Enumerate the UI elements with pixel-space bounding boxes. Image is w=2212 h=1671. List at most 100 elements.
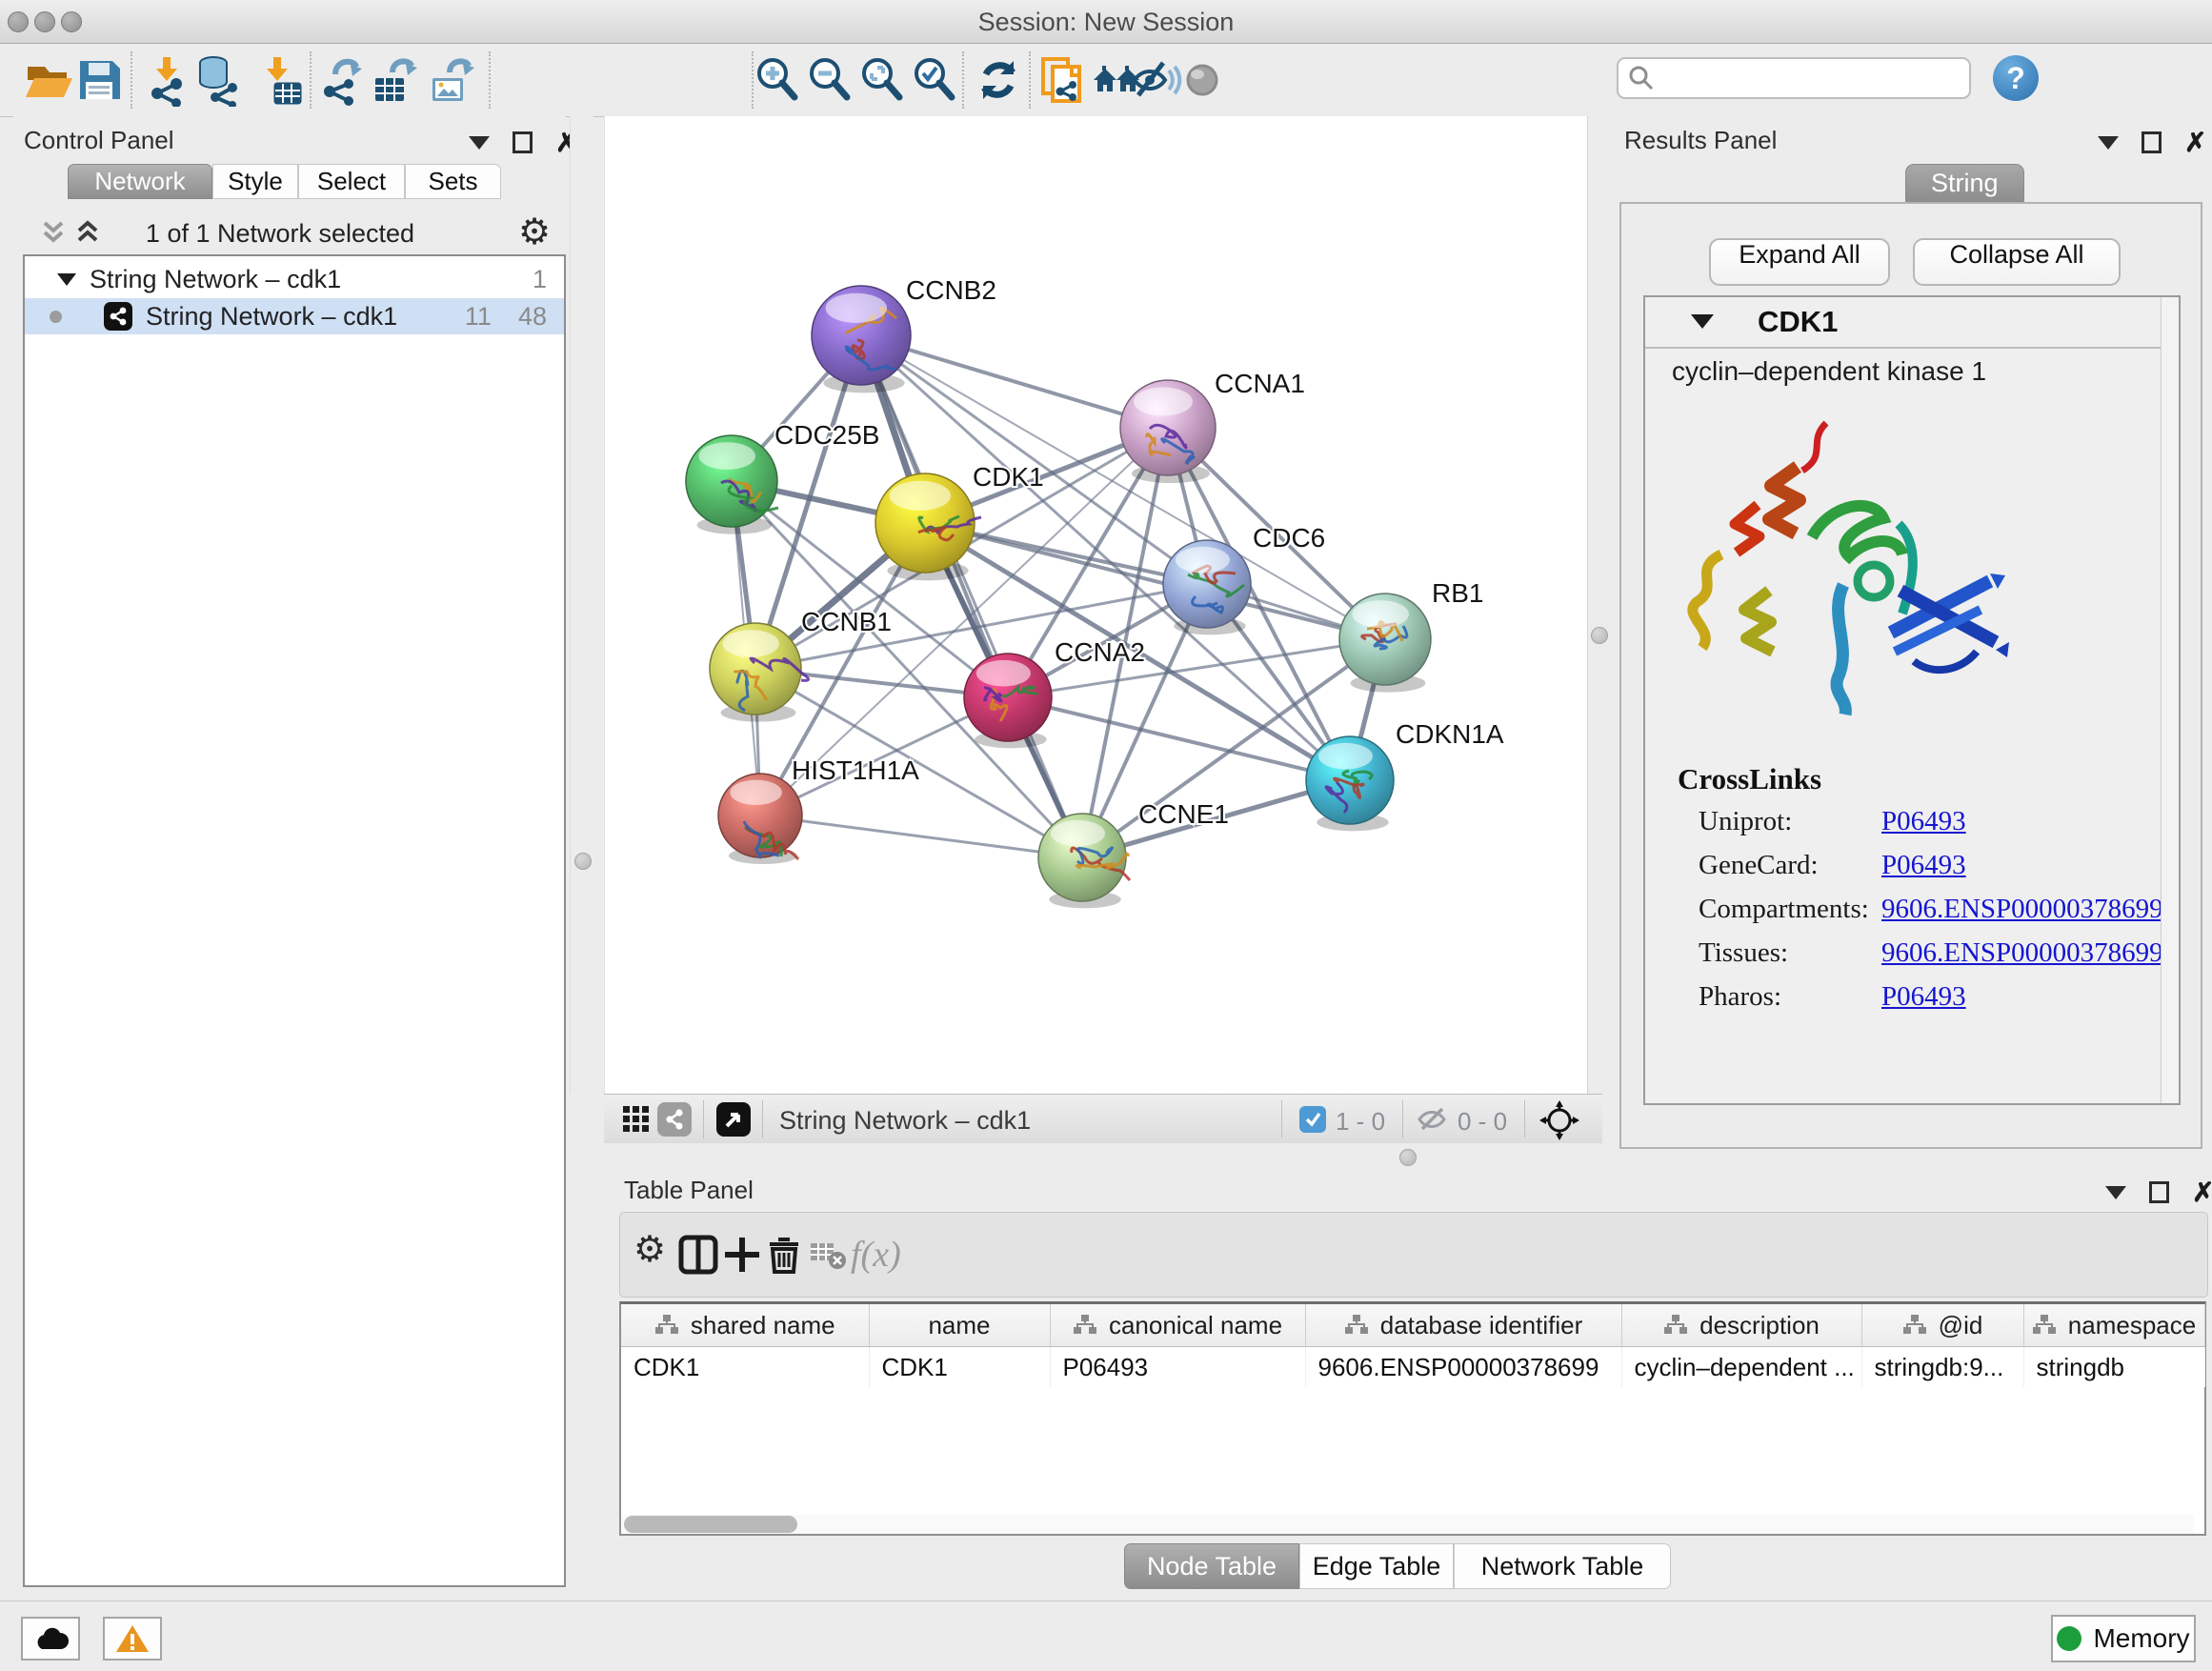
search-input[interactable] [1617, 57, 1971, 99]
tab-select[interactable]: Select [298, 164, 405, 199]
crosslink-link[interactable]: P06493 [1881, 981, 1966, 1013]
hide-selected-icon[interactable] [1129, 53, 1182, 107]
cell-database-identifier[interactable]: 9606.ENSP00000378699 [1305, 1347, 1621, 1388]
import-network-from-database-icon[interactable] [191, 53, 244, 107]
selected-checkbox-icon[interactable] [1299, 1106, 1326, 1133]
float-panel-icon[interactable] [2105, 1186, 2126, 1199]
save-session-icon[interactable] [72, 53, 126, 107]
cell-namespace[interactable]: stringdb [2023, 1347, 2204, 1388]
network-collection-row[interactable]: String Network – cdk1 1 [25, 262, 564, 296]
node-RB1[interactable] [1339, 594, 1431, 693]
table-options-gear-icon[interactable]: ⚙ [633, 1232, 666, 1268]
show-columns-icon[interactable] [677, 1234, 719, 1276]
collapse-entry-icon[interactable] [1691, 314, 1714, 329]
export-network-icon[interactable] [314, 53, 368, 107]
tab-style[interactable]: Style [212, 164, 298, 199]
column-header[interactable]: name [869, 1304, 1050, 1347]
edge-HIST1H1A-CCNE1[interactable] [760, 815, 1082, 857]
memory-button[interactable]: Memory [2051, 1615, 2196, 1662]
splitter-handle[interactable] [574, 853, 592, 870]
expand-all-icon[interactable] [74, 219, 101, 246]
crosslink-link[interactable]: P06493 [1881, 806, 1966, 837]
cell-description[interactable]: cyclin–dependent ... [1621, 1347, 1861, 1388]
column-header[interactable]: namespace [2023, 1304, 2204, 1347]
float-panel-icon[interactable] [2098, 136, 2119, 150]
tab-sets[interactable]: Sets [405, 164, 501, 199]
application-window: Session: New Session [0, 0, 2212, 1671]
zoom-out-icon[interactable] [802, 53, 855, 107]
right-panel-splitter[interactable] [1587, 116, 1612, 1094]
collapse-all-button[interactable]: Collapse All [1913, 238, 2121, 286]
import-network-from-file-icon[interactable] [140, 53, 193, 107]
cell-shared-name[interactable]: CDK1 [621, 1347, 869, 1388]
tab-node-table[interactable]: Node Table [1124, 1543, 1299, 1589]
export-image-icon[interactable] [425, 53, 478, 107]
column-header[interactable]: canonical name [1050, 1304, 1305, 1347]
network-view[interactable]: CCNB2CCNA1CDC25BCDK1CDC6RB1CCNB1CCNA2CDK… [604, 116, 1588, 1094]
collapse-all-icon[interactable] [40, 219, 67, 246]
tree-expand-icon[interactable] [57, 273, 76, 286]
splitter-handle[interactable] [1399, 1149, 1417, 1166]
delete-column-icon[interactable] [763, 1234, 805, 1276]
crosslink-link[interactable]: 9606.ENSP00000378699 [1881, 937, 2163, 969]
node-CDK1[interactable] [875, 473, 981, 580]
network-options-gear-icon[interactable]: ⚙ [518, 214, 551, 251]
edge-count: 48 [518, 302, 547, 332]
tab-string[interactable]: String [1905, 164, 2024, 203]
scrollbar-thumb[interactable] [624, 1516, 797, 1533]
node-CDKN1A[interactable] [1306, 736, 1394, 831]
cell-canonical-name[interactable]: P06493 [1050, 1347, 1305, 1388]
grid-view-icon[interactable] [623, 1106, 652, 1135]
table-horizontal-scrollbar[interactable] [622, 1515, 2194, 1534]
results-scrollbar[interactable] [2161, 297, 2179, 1103]
column-header[interactable]: description [1621, 1304, 1861, 1347]
add-column-icon[interactable] [721, 1234, 763, 1276]
expand-all-button[interactable]: Expand All [1709, 238, 1890, 286]
show-all-icon[interactable] [1176, 53, 1229, 107]
node-CDC25B[interactable] [686, 435, 778, 534]
import-table-from-file-icon[interactable] [251, 53, 304, 107]
tab-network[interactable]: Network [68, 164, 212, 199]
maximize-panel-icon[interactable] [2149, 1181, 2169, 1203]
cell-name[interactable]: CDK1 [869, 1347, 1050, 1388]
network-row[interactable]: String Network – cdk1 11 48 [25, 298, 564, 334]
crosslink-link[interactable]: P06493 [1881, 850, 1966, 881]
column-header[interactable]: database identifier [1305, 1304, 1621, 1347]
tab-network-table[interactable]: Network Table [1454, 1543, 1671, 1589]
close-panel-icon[interactable]: ✗ [2192, 1183, 2212, 1202]
maximize-panel-icon[interactable] [2142, 131, 2162, 153]
refresh-icon[interactable] [972, 53, 1025, 107]
crosshair-icon[interactable] [1539, 1100, 1579, 1140]
column-header[interactable]: @id [1861, 1304, 2023, 1347]
string-view-icon[interactable] [657, 1102, 692, 1137]
node-label-CDC25B: CDC25B [774, 420, 879, 450]
cell-id[interactable]: stringdb:9... [1861, 1347, 2023, 1388]
warnings-button[interactable] [103, 1617, 162, 1661]
function-builder-icon[interactable]: f(x) [851, 1234, 901, 1276]
cloud-services-button[interactable] [21, 1617, 80, 1661]
tab-edge-table[interactable]: Edge Table [1299, 1543, 1454, 1589]
node-CCNE1[interactable] [1038, 814, 1130, 908]
network-canvas[interactable]: CCNB2CCNA1CDC25BCDK1CDC6RB1CCNB1CCNA2CDK… [605, 116, 1585, 1094]
float-panel-icon[interactable] [469, 136, 490, 150]
splitter-handle[interactable] [1591, 627, 1608, 644]
node-CCNA2[interactable] [964, 654, 1052, 748]
birds-eye-view-icon[interactable] [716, 1102, 751, 1137]
open-file-icon[interactable] [22, 53, 75, 107]
export-table-icon[interactable] [368, 53, 421, 107]
close-panel-icon[interactable]: ✗ [2184, 133, 2206, 152]
table-row[interactable]: CDK1 CDK1 P06493 9606.ENSP00000378699 cy… [621, 1347, 2204, 1388]
delete-table-icon[interactable] [807, 1234, 849, 1276]
node-HIST1H1A[interactable] [718, 774, 802, 864]
zoom-in-icon[interactable] [750, 53, 803, 107]
help-button[interactable]: ? [1993, 55, 2039, 101]
zoom-selected-icon[interactable] [907, 53, 960, 107]
copy-network-document-icon[interactable] [1036, 53, 1089, 107]
maximize-panel-icon[interactable] [513, 131, 533, 153]
node-CCNA1[interactable] [1120, 380, 1216, 483]
zoom-fit-content-icon[interactable] [855, 53, 908, 107]
left-panel-splitter[interactable] [570, 116, 593, 1094]
hidden-eye-icon[interactable] [1418, 1106, 1450, 1133]
column-header[interactable]: shared name [621, 1304, 869, 1347]
crosslink-link[interactable]: 9606.ENSP00000378699 [1881, 894, 2163, 925]
